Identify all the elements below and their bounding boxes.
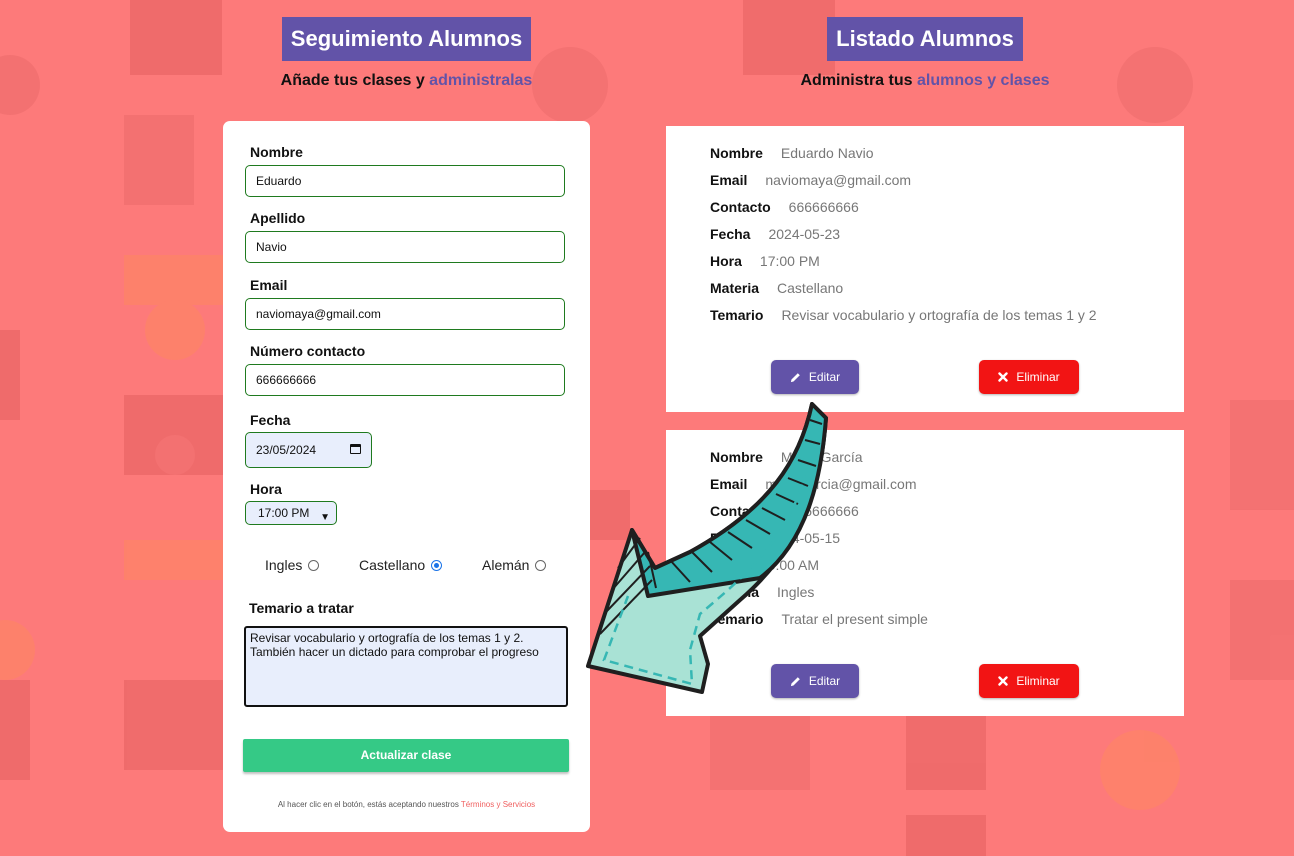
card-row-nombre: Nombre Eduardo Navio — [710, 145, 874, 161]
row-value: Ingles — [777, 584, 815, 600]
card-row-email: Email naviomaya@gmail.com — [710, 172, 911, 188]
row-key: Temario — [710, 611, 764, 627]
card-row-contacto: Contacto 666666666 — [710, 503, 859, 519]
row-key: Nombre — [710, 145, 763, 161]
materia-option-castellano[interactable]: Castellano — [359, 557, 443, 573]
eliminar-button[interactable]: Eliminar — [979, 664, 1079, 698]
editar-button[interactable]: Editar — [771, 664, 859, 698]
email-label: Email — [250, 277, 288, 293]
right-subtitle: Administra tus alumnos y clases — [666, 72, 1184, 90]
editar-label: Editar — [808, 370, 841, 384]
row-value: Eduardo Navio — [780, 145, 874, 161]
row-value: 2024-05-23 — [768, 226, 841, 242]
card-row-materia: Materia Castellano — [710, 280, 843, 296]
apellido-input[interactable]: Navio — [245, 231, 565, 263]
row-key: Materia — [710, 280, 760, 296]
contacto-input[interactable]: 666666666 — [245, 364, 565, 396]
row-value: Castellano — [777, 280, 844, 296]
nombre-input[interactable]: Eduardo — [245, 165, 565, 197]
eliminar-label: Eliminar — [1016, 370, 1060, 384]
fecha-label: Fecha — [250, 412, 291, 428]
radio-ingles[interactable] — [308, 559, 320, 571]
temario-label: Temario a tratar — [249, 600, 354, 616]
card-row-fecha: Fecha 2024-05-23 — [710, 226, 840, 242]
card-row-email: Email mariagarcia@gmail.com — [710, 476, 917, 492]
row-value: 666666666 — [788, 503, 859, 519]
materia-label: Ingles — [265, 557, 303, 573]
row-key: Hora — [710, 253, 742, 269]
left-subtitle-text: Añade tus clases y — [280, 72, 430, 89]
card-row-nombre: Nombre María García — [710, 449, 863, 465]
row-key: Temario — [710, 307, 764, 323]
right-header: Listado Alumnos Administra tus alumnos y… — [666, 17, 1184, 90]
temario-textarea[interactable]: Revisar vocabulario y ortografía de los … — [244, 626, 568, 707]
card-row-materia: Materia Ingles — [710, 584, 814, 600]
card-row-fecha: Fecha 2024-05-15 — [710, 530, 840, 546]
row-key: Fecha — [710, 226, 751, 242]
materia-label: Alemán — [482, 557, 530, 573]
row-value: María García — [780, 449, 863, 465]
row-key: Email — [710, 476, 748, 492]
student-card: Nombre Eduardo Navio Email naviomaya@gmail… — [666, 126, 1184, 412]
editar-button[interactable]: Editar — [771, 360, 859, 394]
eliminar-button[interactable]: Eliminar — [979, 360, 1079, 394]
row-value: naviomaya@gmail.com — [765, 172, 912, 188]
editar-label: Editar — [808, 674, 841, 688]
row-key: Materia — [710, 584, 760, 600]
student-card: Nombre María García Email mariagarcia@gmai… — [666, 430, 1184, 716]
pencil-icon — [790, 372, 800, 382]
row-value: Tratar el present simple — [781, 611, 928, 627]
student-form: Nombre Eduardo Apellido Navio Email navi… — [223, 121, 590, 832]
materia-option-aleman[interactable]: Alemán — [482, 557, 547, 573]
row-key: Contacto — [710, 503, 771, 519]
eliminar-label: Eliminar — [1016, 674, 1060, 688]
card-row-temario: Temario Tratar el present simple — [710, 611, 928, 627]
terms-notice: Al hacer clic en el botón, estás aceptan… — [223, 800, 590, 809]
left-subtitle: Añade tus clases y administralas — [223, 72, 590, 90]
radio-aleman[interactable] — [535, 559, 547, 571]
row-value: 17:00 PM — [759, 253, 820, 269]
left-subtitle-accent: administralas — [429, 72, 533, 89]
hora-value: 17:00 PM — [258, 506, 310, 520]
right-subtitle-accent: alumnos y clases — [916, 72, 1050, 89]
row-key: Contacto — [710, 199, 771, 215]
right-subtitle-text: Administra tus — [800, 72, 917, 89]
fecha-value: 23/05/2024 — [256, 443, 317, 457]
email-input[interactable]: naviomaya@gmail.com — [245, 298, 565, 330]
card-row-contacto: Contacto 666666666 — [710, 199, 859, 215]
x-icon — [998, 676, 1009, 686]
row-value: Revisar vocabulario y ortografía de los … — [781, 307, 1097, 323]
left-header: Seguimiento Alumnos Añade tus clases y a… — [223, 17, 590, 90]
row-key: Fecha — [710, 530, 751, 546]
calendar-icon[interactable] — [350, 444, 361, 454]
card-row-hora: Hora 17:00 PM — [710, 253, 820, 269]
card-row-hora: Hora 10:00 AM — [710, 557, 819, 573]
terms-text: Al hacer clic en el botón, estás aceptan… — [277, 800, 461, 809]
row-value: 2024-05-15 — [768, 530, 841, 546]
pencil-icon — [790, 676, 800, 686]
apellido-label: Apellido — [250, 210, 306, 226]
hora-select[interactable]: 17:00 PM ▼ — [245, 501, 337, 525]
row-value: 10:00 AM — [759, 557, 820, 573]
card-row-temario: Temario Revisar vocabulario y ortografía … — [710, 307, 1097, 323]
row-key: Hora — [710, 557, 742, 573]
materia-label: Castellano — [359, 557, 426, 573]
fecha-input[interactable]: 23/05/2024 — [245, 432, 372, 468]
terms-link[interactable]: Términos y Servicios — [461, 800, 535, 809]
page-title-seguimiento: Seguimiento Alumnos — [281, 17, 532, 61]
row-key: Nombre — [710, 449, 763, 465]
chevron-down-icon: ▼ — [320, 512, 330, 523]
hora-label: Hora — [250, 481, 282, 497]
row-value: 666666666 — [788, 199, 859, 215]
row-key: Email — [710, 172, 748, 188]
radio-castellano[interactable] — [431, 559, 443, 571]
materia-option-ingles[interactable]: Ingles — [265, 557, 320, 573]
page-title-listado: Listado Alumnos — [827, 17, 1023, 61]
nombre-label: Nombre — [250, 144, 303, 160]
contacto-label: Número contacto — [250, 343, 366, 359]
actualizar-clase-button[interactable]: Actualizar clase — [243, 739, 569, 772]
x-icon — [998, 372, 1009, 382]
row-value: mariagarcia@gmail.com — [765, 476, 917, 492]
